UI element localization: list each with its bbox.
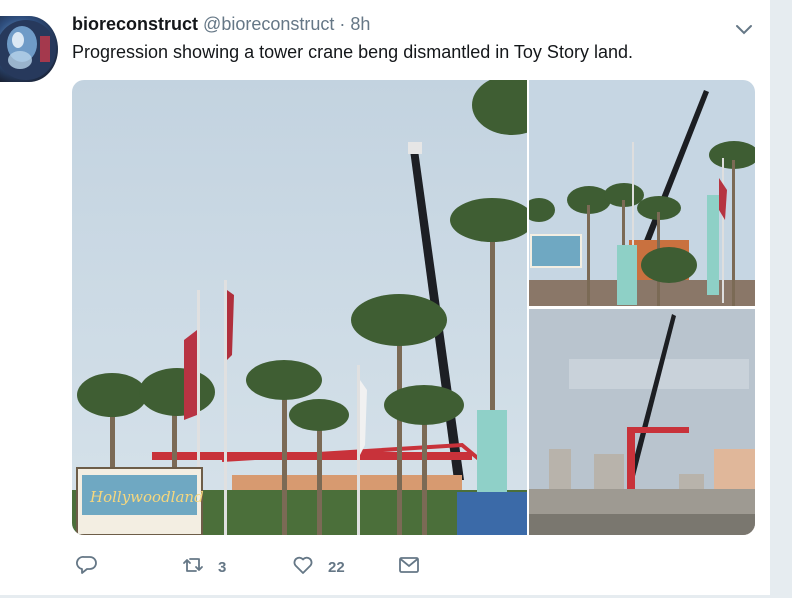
timestamp[interactable]: 8h bbox=[350, 14, 370, 34]
reply-button[interactable] bbox=[76, 552, 98, 582]
chevron-down-icon[interactable] bbox=[733, 18, 755, 40]
retweet-icon bbox=[182, 554, 204, 580]
photo-2[interactable] bbox=[529, 80, 755, 306]
tweet-text: Progression showing a tower crane beng d… bbox=[72, 42, 633, 62]
direct-message-button[interactable] bbox=[398, 552, 420, 582]
separator-dot: · bbox=[339, 14, 346, 34]
tweet-actions: 3 22 bbox=[72, 552, 672, 582]
avatar[interactable] bbox=[0, 16, 58, 82]
user-handle[interactable]: @bioreconstruct bbox=[203, 14, 334, 34]
like-count: 22 bbox=[328, 558, 345, 576]
photo-1[interactable]: Hollywoodland bbox=[72, 80, 527, 535]
photo-3[interactable] bbox=[529, 309, 755, 535]
retweet-count: 3 bbox=[218, 558, 227, 576]
retweet-button[interactable]: 3 bbox=[182, 552, 226, 582]
media-grid: Hollywoodland bbox=[72, 80, 755, 535]
display-name[interactable]: bioreconstruct bbox=[72, 14, 198, 34]
sign-text: Hollywoodland bbox=[89, 488, 204, 506]
heart-icon bbox=[292, 554, 314, 580]
right-rail bbox=[770, 0, 792, 598]
tweet[interactable]: bioreconstruct @bioreconstruct · 8h Prog… bbox=[0, 0, 770, 598]
envelope-icon bbox=[398, 554, 420, 580]
reply-icon bbox=[76, 554, 98, 580]
like-button[interactable]: 22 bbox=[292, 552, 345, 582]
tweet-header: bioreconstruct @bioreconstruct · 8h bbox=[72, 14, 370, 38]
